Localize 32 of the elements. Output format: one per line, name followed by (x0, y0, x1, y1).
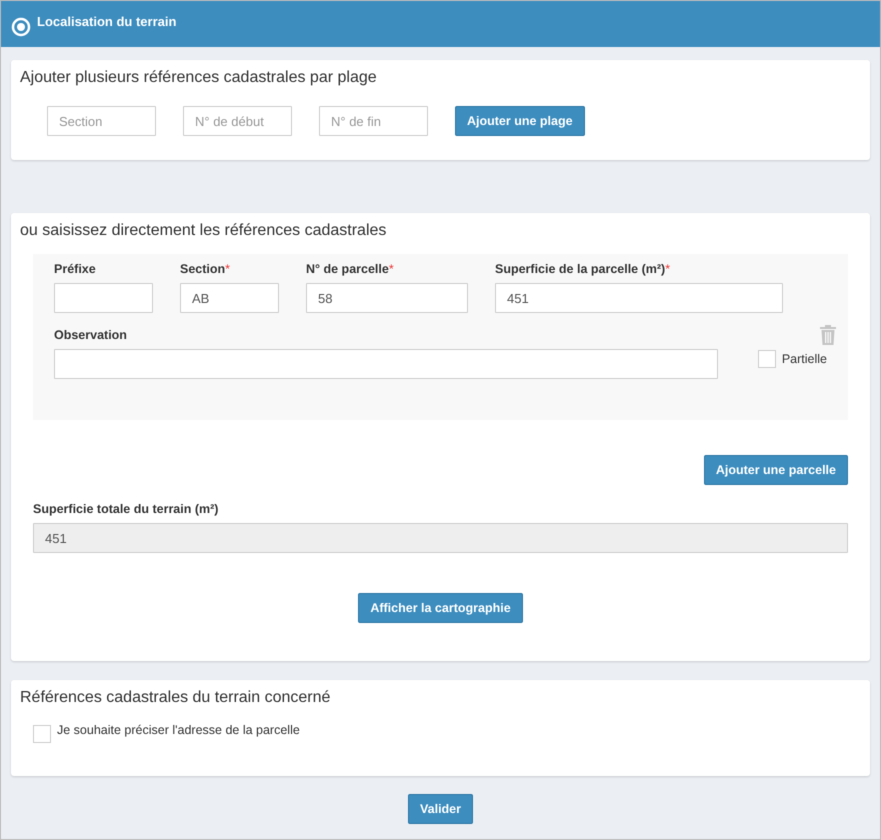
required-mark: * (225, 262, 230, 276)
field-label: Superficie totale du terrain (m²) (33, 502, 218, 516)
field-label: Superficie de la parcelle (m²) (495, 262, 666, 276)
trash-icon[interactable] (820, 325, 836, 345)
address-checkbox[interactable] (33, 725, 51, 743)
checkbox-label: Je souhaite préciser l'adresse de la parcelle (57, 723, 300, 737)
section-title: Ajouter plusieurs références cadastrales par plage (20, 68, 378, 88)
submit-button[interactable]: Valider (408, 794, 473, 824)
parcel-input-field[interactable]: 451 (495, 283, 783, 313)
section-title: ou saisissez directement les références cadastrales (20, 221, 388, 241)
field-label: N° de parcelle (306, 262, 389, 276)
radio-target-icon (11, 17, 31, 37)
add-range-button[interactable]: Ajouter une plage (455, 106, 585, 136)
section-title: Références cadastrales du terrain concerné (20, 688, 332, 708)
show-map-button[interactable]: Afficher la cartographie (358, 593, 523, 623)
header-title: Localisation du terrain (37, 14, 176, 28)
checkbox-label: Partielle (782, 352, 827, 366)
range-input-field[interactable]: Section (47, 106, 156, 136)
add-parcel-button[interactable]: Ajouter une parcelle (704, 455, 848, 485)
range-input-field[interactable]: N° de fin (319, 106, 428, 136)
observation-input-field[interactable] (54, 349, 718, 379)
parcel-input-field[interactable]: AB (180, 283, 279, 313)
parcel-input-field[interactable]: 58 (306, 283, 468, 313)
field-label: Préfixe (54, 262, 96, 276)
required-mark: * (388, 262, 394, 276)
required-mark: * (665, 262, 670, 276)
partial-checkbox[interactable] (758, 350, 776, 368)
field-label: Section (180, 262, 226, 276)
parcel-input-field[interactable] (54, 283, 153, 313)
total-area-field[interactable]: 451 (33, 523, 848, 553)
range-input-field[interactable]: N° de début (183, 106, 292, 136)
field-label: Observation (54, 328, 127, 342)
